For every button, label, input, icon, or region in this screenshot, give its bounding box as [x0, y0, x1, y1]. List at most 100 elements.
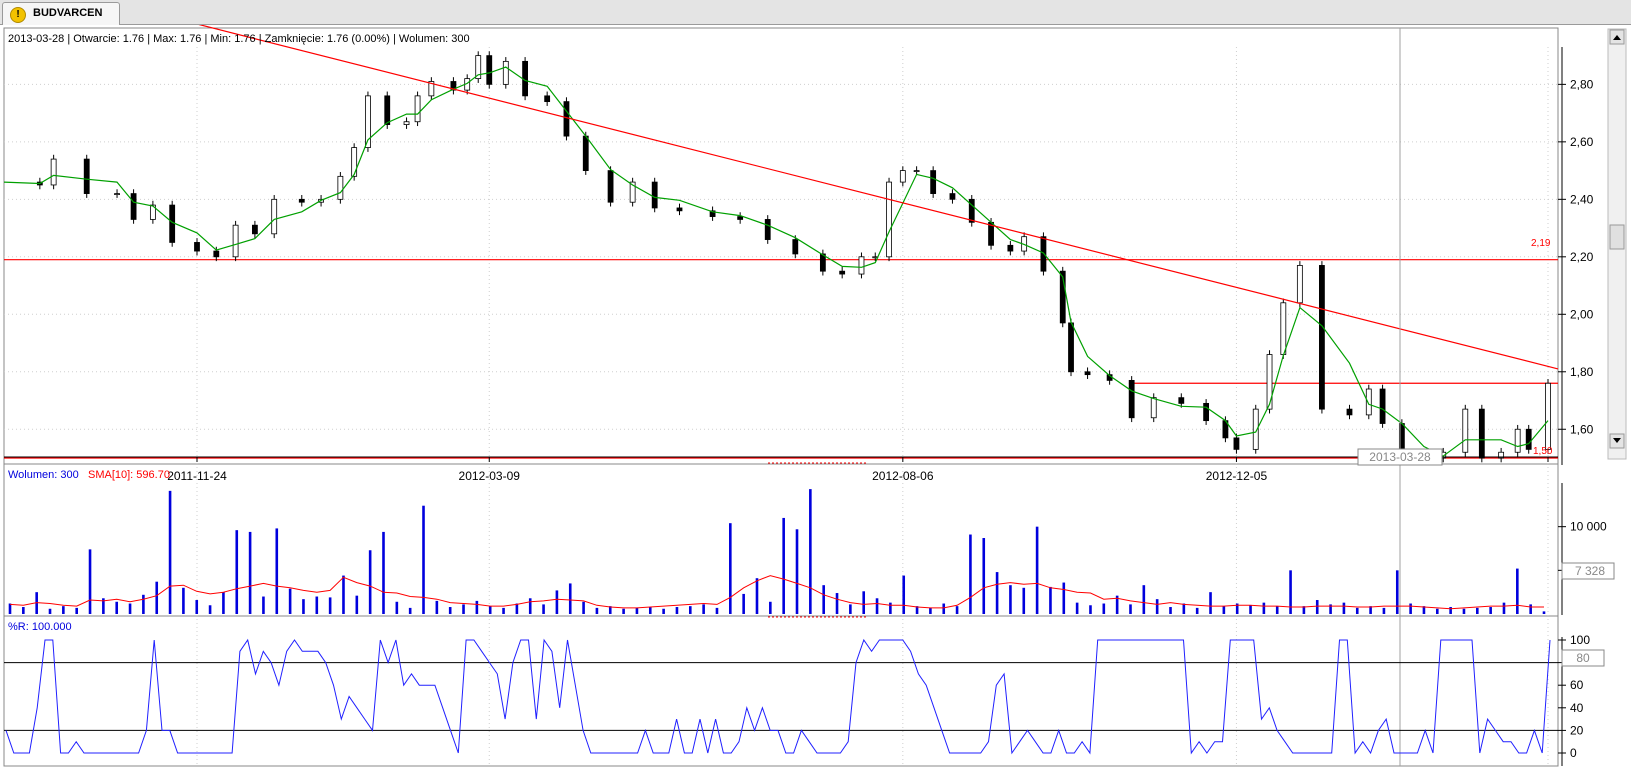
- candle: [544, 95, 551, 103]
- volume-bar: [1409, 603, 1412, 614]
- price-tick-label: 2,00: [1570, 307, 1594, 321]
- wr-value-label: 80: [1576, 651, 1590, 665]
- candle: [899, 170, 906, 183]
- candle: [651, 181, 658, 209]
- volume-bar: [262, 596, 265, 614]
- volume-bar: [222, 592, 225, 614]
- volume-bar: [688, 606, 692, 614]
- volume-bar: [328, 597, 332, 614]
- volume-bar: [275, 528, 279, 614]
- scrollbar-thumb[interactable]: [1609, 224, 1625, 250]
- stock-chart[interactable]: 1,60 1,80 2,00 2,20 2,40 2,60 2,80 2011-11-24 2…: [0, 25, 1631, 769]
- volume-bar: [1102, 603, 1106, 614]
- volume-bar: [168, 490, 172, 614]
- candle: [1462, 408, 1469, 453]
- volume-bar: [62, 606, 65, 614]
- price-y-ticks: 1,60 1,80 2,00 2,20 2,40 2,60 2,80: [1558, 77, 1594, 436]
- candle: [1068, 322, 1074, 373]
- volume-bar: [822, 585, 825, 614]
- candle: [1007, 244, 1014, 252]
- volume-bar: [1062, 582, 1066, 614]
- price-tick-label: 2,20: [1570, 250, 1594, 264]
- volume-bar: [795, 529, 799, 614]
- candle: [1178, 397, 1185, 404]
- volume-bar: [1022, 587, 1026, 614]
- candle: [1233, 437, 1240, 450]
- volume-bar: [528, 598, 532, 614]
- candle: [114, 193, 120, 195]
- volume-bar: [1542, 611, 1546, 614]
- volume-bar: [1195, 607, 1199, 614]
- volume-bar: [1449, 607, 1452, 614]
- candle: [764, 219, 771, 240]
- candle: [607, 170, 614, 203]
- volume-bar: [1182, 603, 1186, 614]
- volume-bar: [1529, 604, 1532, 614]
- candle: [169, 204, 176, 243]
- volume-bar: [889, 602, 892, 614]
- volume-bar: [1462, 608, 1466, 614]
- date-tick-label: 2011-11-24: [167, 469, 227, 483]
- volume-bar: [8, 603, 12, 614]
- volume-bar: [929, 607, 932, 614]
- volume-bar: [302, 599, 305, 614]
- candle: [1266, 354, 1273, 410]
- candle: [1478, 408, 1485, 459]
- candle: [337, 175, 344, 200]
- candle: [839, 270, 846, 275]
- volume-bar: [862, 591, 866, 614]
- volume-bar: [982, 538, 986, 614]
- volume-bar: [155, 581, 159, 614]
- candle: [213, 250, 220, 258]
- candle: [271, 198, 278, 235]
- candle: [83, 158, 90, 194]
- date-tick-label: 2012-08-06: [872, 469, 934, 483]
- candle: [1319, 265, 1325, 410]
- wr-tick-label: 100: [1570, 633, 1590, 647]
- volume-bar: [809, 489, 812, 614]
- candle: [913, 170, 920, 172]
- volume-bar: [555, 590, 559, 614]
- level-label-219: 2,19: [1531, 238, 1551, 249]
- candle: [1203, 402, 1210, 422]
- volume-bar: [368, 550, 372, 614]
- candle: [486, 55, 493, 85]
- candle: [1346, 408, 1353, 416]
- candle: [582, 135, 589, 171]
- volume-bar: [1129, 604, 1132, 614]
- volume-bar: [1355, 607, 1359, 614]
- tab-budvarcen[interactable]: ! BUDVARCEN: [2, 2, 120, 25]
- volume-bar: [1342, 602, 1346, 614]
- volume-bar: [1382, 607, 1386, 614]
- volume-bar: [248, 531, 252, 614]
- price-tick-label: 2,80: [1570, 77, 1594, 91]
- volume-bar: [1169, 607, 1172, 614]
- candle: [858, 256, 865, 275]
- volume-bar: [755, 578, 759, 614]
- volume-bar: [1155, 599, 1159, 614]
- volume-bar: [115, 601, 119, 614]
- volume-bar: [1476, 607, 1479, 614]
- volume-bar: [75, 607, 78, 614]
- volume-bar: [1489, 607, 1492, 614]
- candle: [1525, 428, 1532, 450]
- price-tick-label: 1,60: [1570, 422, 1594, 436]
- volume-bar: [635, 607, 639, 614]
- volume-bar: [875, 598, 879, 614]
- volume-bar: [1315, 600, 1319, 614]
- volume-bar: [835, 593, 839, 614]
- volume-bar: [1075, 602, 1079, 614]
- volume-bar: [408, 607, 412, 614]
- volume-bar: [1009, 585, 1012, 614]
- volume-bar: [995, 572, 999, 614]
- volume-bar: [382, 531, 385, 614]
- volume-bar: [942, 603, 946, 614]
- volume-bar: [648, 607, 652, 614]
- volume-bar: [1049, 586, 1052, 614]
- volume-bar: [182, 587, 185, 614]
- volume-bar: [675, 607, 679, 614]
- candle: [403, 121, 410, 126]
- candle: [1280, 302, 1287, 355]
- candle: [1365, 388, 1372, 416]
- volume-bar: [729, 523, 732, 614]
